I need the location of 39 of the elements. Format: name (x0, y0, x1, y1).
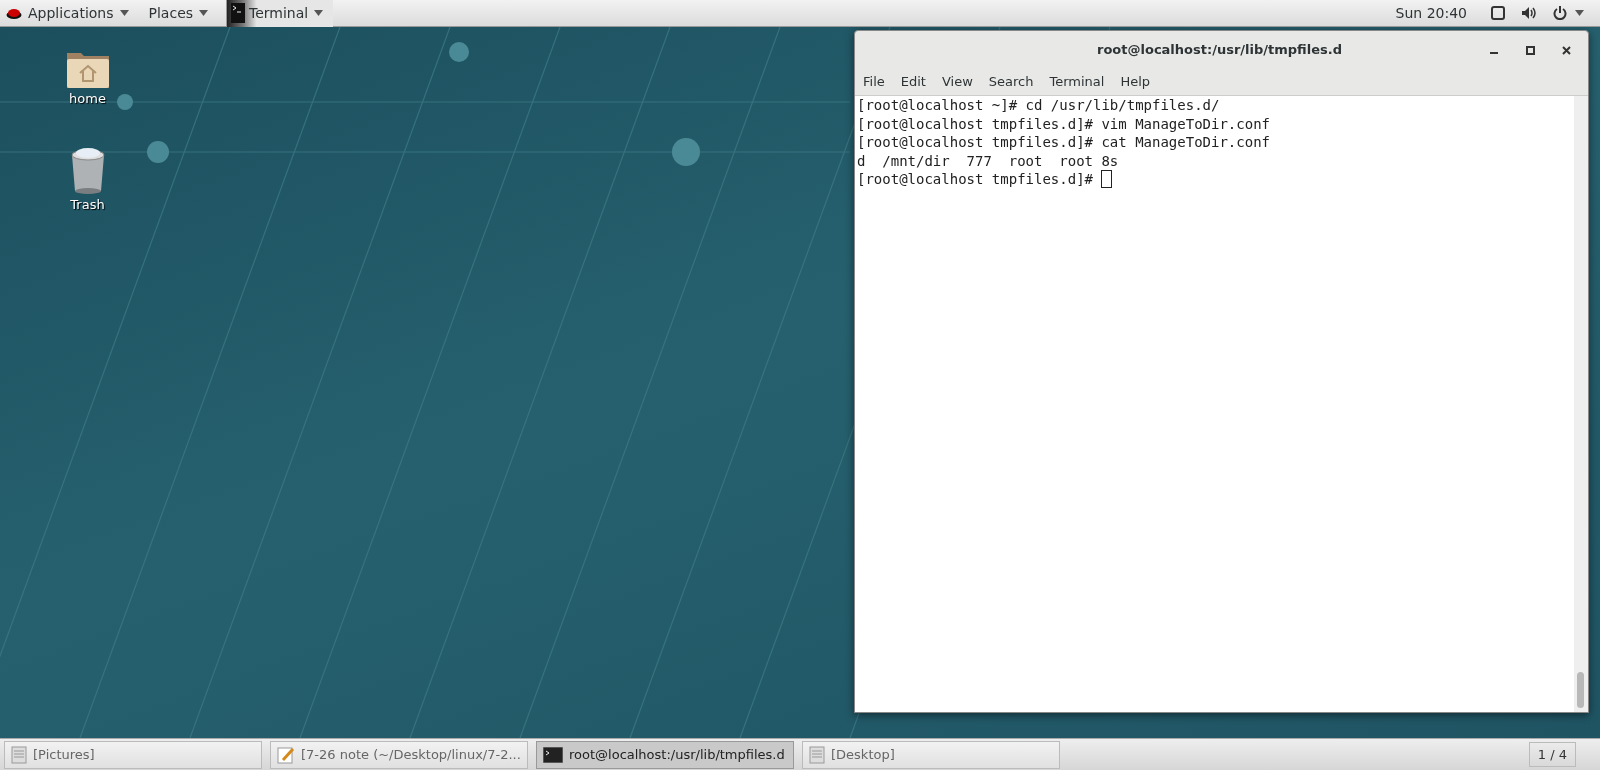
icon-label: home (68, 90, 107, 108)
menu-item[interactable]: Search (980, 71, 1042, 92)
task-button[interactable]: [7-26 note (~/Desktop/linux/7-2... (270, 740, 528, 769)
caret-icon (199, 10, 209, 16)
terminal-line: [root@localhost tmpfiles.d]# cat ManageToDir.conf (857, 134, 1270, 150)
terminal-line: [root@localhost tmpfiles.d]# vim ManageToDir.conf (857, 115, 1270, 132)
notepad-icon (277, 745, 295, 764)
task-button[interactable]: [Desktop] (802, 740, 1060, 769)
icon-label: Trash (69, 196, 106, 214)
app-menu-button[interactable]: Terminal (227, 0, 334, 27)
terminal-line: [root@localhost ~]# cd /usr/lib/tmpfiles.d/ (857, 97, 1220, 113)
terminal-icon (231, 3, 246, 23)
clock: Sun 20:40 (1395, 3, 1467, 23)
menu-item[interactable]: Help (1112, 71, 1159, 92)
menu-button[interactable]: Places (142, 2, 223, 24)
volume-icon[interactable] (1521, 6, 1537, 20)
window-icon (809, 745, 825, 764)
scrollbar[interactable] (1574, 96, 1588, 712)
maximize-icon[interactable] (1525, 45, 1535, 55)
caret-icon (314, 10, 324, 16)
menu-item[interactable]: View (933, 71, 981, 92)
menu-item[interactable]: Edit (892, 71, 934, 92)
task-button[interactable]: root@localhost:/usr/lib/tmpfiles.d (536, 740, 794, 769)
menu-item[interactable]: File (855, 71, 893, 92)
terminal-line: [root@localhost tmpfiles.d]# (857, 171, 1094, 187)
workspace-indicator[interactable]: 1 / 4 (1528, 741, 1576, 768)
menu-button[interactable]: Applications (0, 2, 143, 24)
window-icon (11, 745, 27, 764)
window-icon[interactable] (1491, 6, 1505, 20)
menu-item[interactable]: Terminal (1041, 71, 1113, 92)
window-title: root@localhost:/usr/lib/tmpfiles.d (1097, 40, 1342, 59)
close-icon[interactable] (1561, 45, 1571, 55)
power-icon[interactable] (1553, 6, 1567, 20)
task-button[interactable]: [Pictures] (4, 740, 262, 769)
terminal-icon (543, 746, 563, 763)
caret-icon[interactable] (1575, 10, 1584, 16)
terminal-line: d /mnt/dir 777 root root 8s (857, 152, 1119, 169)
hat-icon (6, 6, 22, 20)
caret-icon (119, 10, 129, 16)
